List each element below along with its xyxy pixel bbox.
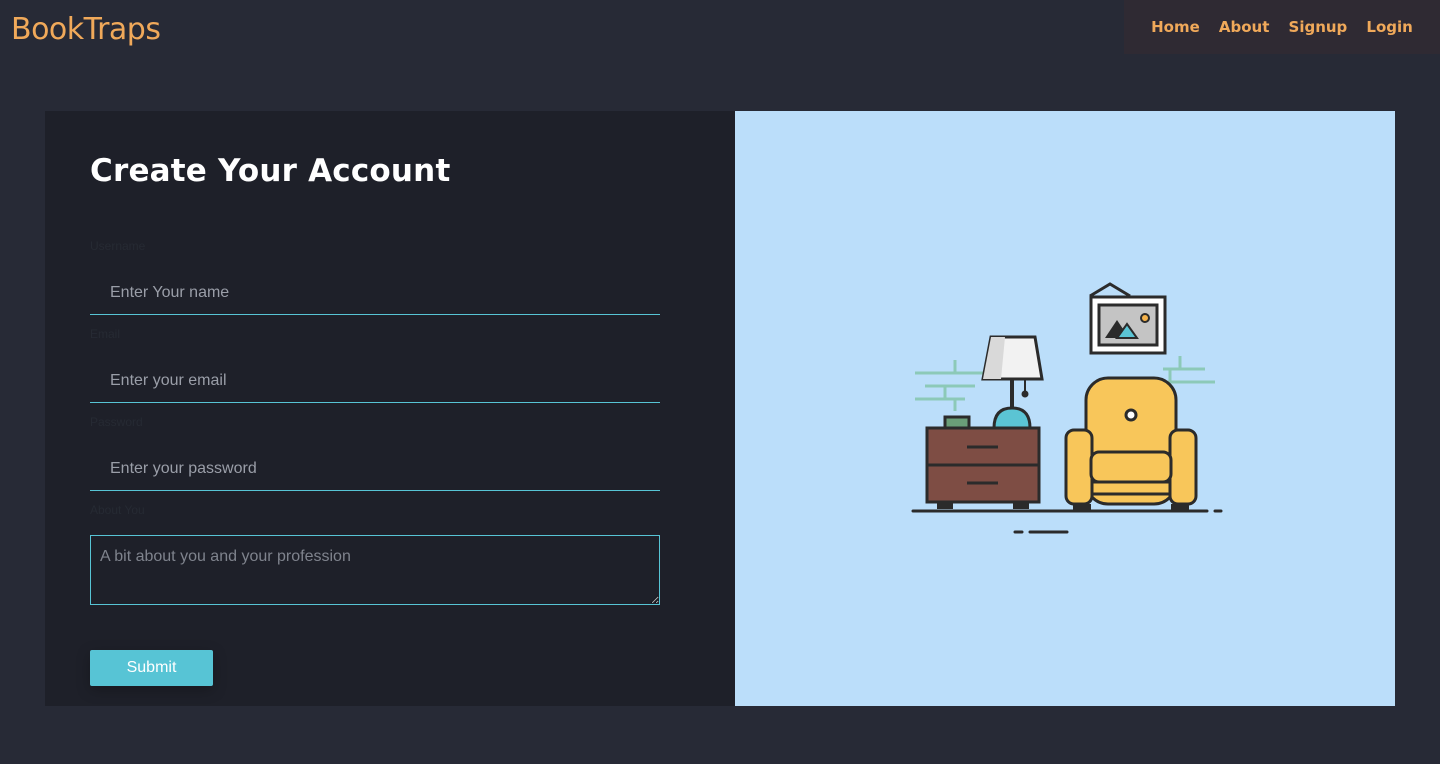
email-label: Email <box>90 327 121 341</box>
username-input[interactable] <box>90 271 660 315</box>
about-field-group: About You <box>90 503 660 610</box>
email-field-group: Email <box>90 327 660 415</box>
password-label: Password <box>90 415 143 429</box>
email-input[interactable] <box>90 359 660 403</box>
top-nav: Home About Signup Login <box>1124 0 1440 54</box>
living-room-illustration <box>911 282 1223 534</box>
signup-card: Create Your Account Username Email Passw… <box>45 111 1395 706</box>
armchair-icon <box>1064 376 1198 511</box>
nav-about-link[interactable]: About <box>1219 18 1270 36</box>
password-field-group: Password <box>90 415 660 503</box>
username-field-group: Username <box>90 239 660 327</box>
illustration-panel <box>735 111 1395 706</box>
brand-logo[interactable]: BookTraps <box>11 12 161 47</box>
password-input[interactable] <box>90 447 660 491</box>
picture-frame-icon <box>1089 282 1167 355</box>
lamp-icon <box>981 335 1044 430</box>
signup-form: Create Your Account Username Email Passw… <box>45 111 735 706</box>
nav-signup-link[interactable]: Signup <box>1289 18 1348 36</box>
floor-line <box>911 509 1223 534</box>
username-label: Username <box>90 239 146 253</box>
nav-login-link[interactable]: Login <box>1366 18 1412 36</box>
nav-home-link[interactable]: Home <box>1151 18 1200 36</box>
about-label: About You <box>90 503 145 517</box>
submit-button[interactable]: Submit <box>90 650 213 686</box>
nightstand-icon <box>925 415 1041 509</box>
page-title: Create Your Account <box>90 153 451 189</box>
about-textarea[interactable] <box>90 535 660 605</box>
